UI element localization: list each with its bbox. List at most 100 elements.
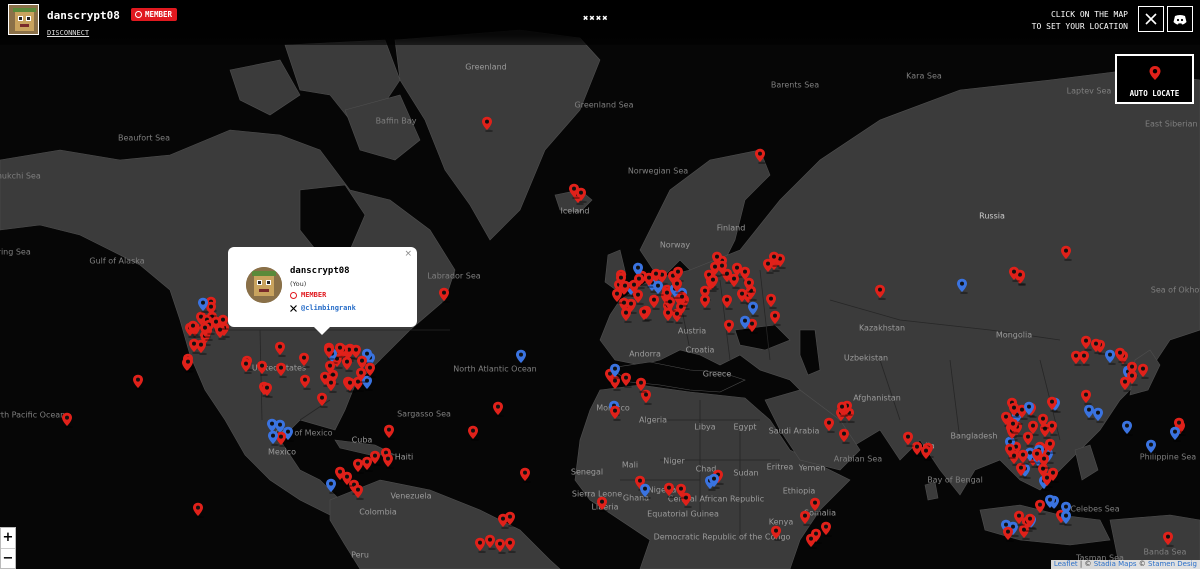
map-marker-blue[interactable] bbox=[1121, 420, 1133, 436]
zoom-out-button[interactable]: − bbox=[1, 548, 15, 568]
map-marker-blue[interactable] bbox=[652, 280, 664, 297]
map-marker-red[interactable] bbox=[438, 287, 451, 303]
map-marker-red[interactable] bbox=[316, 392, 329, 408]
map-marker-red[interactable] bbox=[1041, 472, 1054, 489]
zoom-in-button[interactable]: + bbox=[1, 528, 15, 548]
map-marker-red[interactable] bbox=[663, 482, 675, 499]
auto-locate-button[interactable]: AUTO LOCATE bbox=[1115, 54, 1194, 104]
map-marker-blue[interactable] bbox=[739, 315, 751, 331]
map-marker-red[interactable] bbox=[275, 362, 288, 379]
map-marker-red[interactable] bbox=[1024, 513, 1036, 530]
map-marker-red[interactable] bbox=[823, 417, 835, 434]
map-marker-red[interactable] bbox=[671, 278, 684, 295]
map-marker-red[interactable] bbox=[632, 289, 645, 305]
map-marker-red[interactable] bbox=[344, 377, 356, 394]
map-marker-red[interactable] bbox=[182, 356, 195, 372]
map-marker-red[interactable] bbox=[799, 510, 811, 526]
map-marker-red[interactable] bbox=[1015, 462, 1027, 479]
world-map[interactable]: Greenland Baffin Bay Beaufort Sea Chukch… bbox=[0, 0, 1200, 569]
map-marker-red[interactable] bbox=[805, 533, 817, 550]
map-marker-red[interactable] bbox=[492, 401, 505, 418]
map-marker-red[interactable] bbox=[762, 258, 774, 275]
map-marker-red[interactable] bbox=[820, 521, 832, 538]
map-marker-red[interactable] bbox=[620, 307, 633, 323]
avatar[interactable] bbox=[8, 4, 39, 35]
map-marker-red[interactable] bbox=[261, 382, 273, 398]
map-marker-red[interactable] bbox=[325, 377, 337, 393]
map-marker-red[interactable] bbox=[1078, 350, 1090, 366]
map-marker-red[interactable] bbox=[382, 453, 395, 470]
map-marker-red[interactable] bbox=[728, 273, 740, 289]
map-marker-red[interactable] bbox=[769, 310, 781, 327]
map-marker-red[interactable] bbox=[341, 356, 353, 373]
map-marker-red[interactable] bbox=[1004, 443, 1016, 460]
map-marker-red[interactable] bbox=[364, 362, 377, 379]
map-marker-blue[interactable] bbox=[747, 301, 759, 317]
map-marker-red[interactable] bbox=[662, 307, 674, 324]
map-marker-red[interactable] bbox=[675, 483, 687, 499]
leaflet-link[interactable]: Leaflet bbox=[1054, 560, 1078, 568]
map-marker-red[interactable] bbox=[1017, 449, 1029, 465]
map-marker-red[interactable] bbox=[474, 537, 486, 554]
map-marker-red[interactable] bbox=[1008, 402, 1020, 418]
map-marker-red[interactable] bbox=[619, 280, 631, 296]
map-marker-red[interactable] bbox=[61, 412, 74, 429]
map-marker-red[interactable] bbox=[481, 116, 494, 132]
map-marker-blue[interactable] bbox=[1145, 439, 1157, 456]
map-marker-red[interactable] bbox=[1162, 531, 1174, 547]
map-marker-red[interactable] bbox=[1090, 338, 1102, 354]
map-marker-red[interactable] bbox=[298, 352, 310, 368]
map-marker-red[interactable] bbox=[467, 425, 480, 441]
map-marker-red[interactable] bbox=[199, 322, 211, 338]
map-marker-red[interactable] bbox=[1013, 510, 1025, 526]
popup-x-handle[interactable]: @climbingrank bbox=[290, 304, 356, 312]
map-marker-red[interactable] bbox=[568, 183, 581, 199]
map-marker-red[interactable] bbox=[635, 377, 647, 394]
map-marker-red[interactable] bbox=[736, 288, 749, 304]
map-marker-blue[interactable] bbox=[1169, 426, 1182, 442]
map-marker-red[interactable] bbox=[609, 405, 622, 421]
map-marker-red[interactable] bbox=[920, 445, 933, 462]
map-marker-red[interactable] bbox=[754, 148, 766, 165]
map-marker-red[interactable] bbox=[838, 428, 850, 445]
map-marker-red[interactable] bbox=[721, 294, 733, 311]
map-marker-red[interactable] bbox=[1046, 396, 1059, 413]
map-marker-red[interactable] bbox=[1114, 347, 1127, 363]
map-marker-red[interactable] bbox=[1038, 453, 1051, 470]
map-marker-red[interactable] bbox=[369, 450, 382, 466]
map-marker-blue[interactable] bbox=[515, 349, 528, 366]
map-marker-red[interactable] bbox=[1002, 526, 1015, 543]
map-marker-red[interactable] bbox=[770, 525, 782, 542]
discord-link-button[interactable] bbox=[1167, 6, 1193, 32]
map-marker-red[interactable] bbox=[274, 341, 287, 358]
map-marker-red[interactable] bbox=[1137, 363, 1149, 379]
map-marker-red[interactable] bbox=[638, 306, 651, 322]
map-marker-red[interactable] bbox=[187, 320, 199, 337]
map-marker-red[interactable] bbox=[836, 401, 848, 418]
map-marker-red[interactable] bbox=[132, 374, 144, 390]
map-marker-red[interactable] bbox=[519, 467, 532, 484]
map-marker-red[interactable] bbox=[596, 496, 608, 513]
map-marker-blue[interactable] bbox=[639, 483, 652, 499]
map-marker-red[interactable] bbox=[299, 374, 311, 391]
map-marker-blue[interactable] bbox=[956, 278, 969, 294]
stadia-link[interactable]: Stadia Maps bbox=[1094, 560, 1137, 568]
map-marker-red[interactable] bbox=[707, 274, 719, 290]
map-marker-blue[interactable] bbox=[1060, 510, 1072, 526]
map-marker-blue[interactable] bbox=[1044, 494, 1056, 510]
map-marker-red[interactable] bbox=[352, 484, 365, 500]
map-marker-red[interactable] bbox=[1060, 245, 1073, 261]
map-marker-red[interactable] bbox=[1008, 266, 1021, 282]
map-marker-red[interactable] bbox=[256, 360, 269, 376]
map-marker-red[interactable] bbox=[352, 458, 365, 474]
disconnect-link[interactable]: DISCONNECT bbox=[47, 29, 177, 37]
map-marker-red[interactable] bbox=[383, 424, 395, 440]
map-marker-red[interactable] bbox=[874, 284, 886, 301]
map-marker-red[interactable] bbox=[497, 513, 510, 530]
stamen-link[interactable]: Stamen Desig bbox=[1148, 560, 1197, 568]
popup-close-button[interactable]: × bbox=[404, 249, 412, 259]
map-marker-red[interactable] bbox=[1022, 431, 1035, 448]
map-marker-red[interactable] bbox=[192, 502, 204, 519]
map-marker-blue[interactable] bbox=[267, 430, 279, 446]
map-marker-red[interactable] bbox=[195, 339, 208, 355]
